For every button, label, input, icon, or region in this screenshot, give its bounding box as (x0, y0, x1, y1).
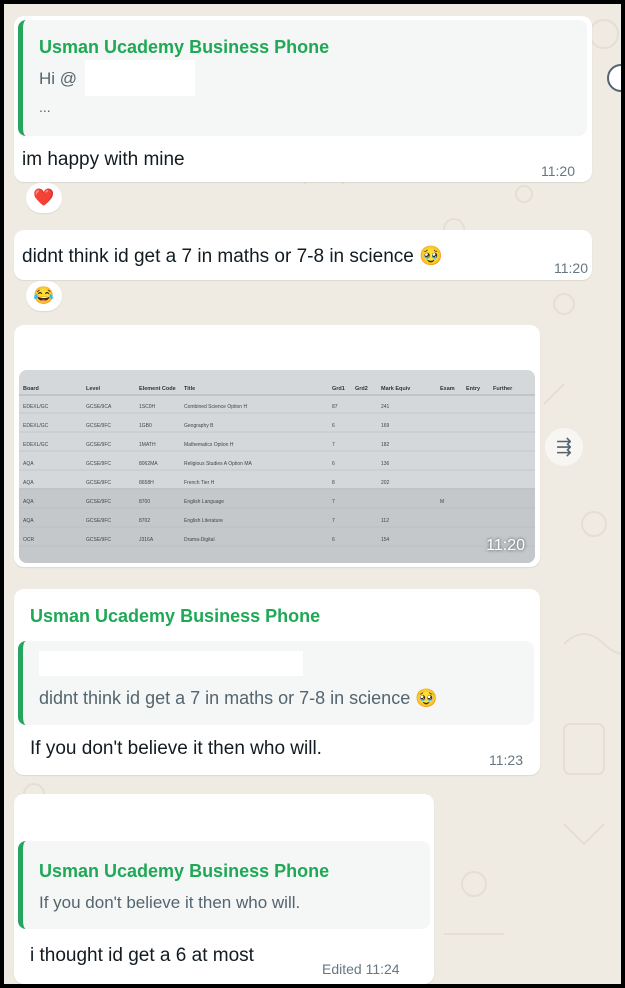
table-header: Mark Equiv (381, 386, 411, 392)
table-cell: EDEXL/GC (23, 442, 49, 448)
message-time: 11:20 (541, 163, 575, 179)
message-text: i thought id get a 6 at most (30, 945, 254, 966)
quote-text: didnt think id get a 7 in maths or 7-8 i… (39, 688, 438, 708)
message-bubble[interactable]: Usman Ucademy Business Phone Hi @ ... im… (14, 16, 592, 182)
table-cell: EDEXL/GC (23, 404, 49, 410)
image-message-bubble[interactable]: Board Level Element Code Title Grd1 Grd2 Mark … (14, 325, 540, 567)
table-cell: 112 (381, 518, 389, 524)
table-cell: 7 (332, 499, 335, 505)
quote-text: Hi @ (39, 69, 78, 88)
table-cell: English Literature (184, 518, 223, 524)
quoted-message[interactable]: didnt think id get a 7 in maths or 7-8 i… (18, 641, 534, 725)
table-cell: 169 (381, 423, 390, 429)
table-cell: 182 (381, 442, 390, 448)
table-cell: Geography B (184, 423, 214, 429)
forward-icon[interactable]: ⇶ (545, 428, 583, 466)
table-cell: 6 (332, 537, 335, 543)
table-cell: EDEXL/GC (23, 423, 49, 429)
laugh-reaction-icon[interactable]: 😂 (26, 281, 62, 311)
table-cell: 1SC0H (139, 404, 156, 410)
image-time: 11:20 (486, 537, 525, 554)
table-header: Grd1 (332, 386, 345, 392)
table-cell: 87 (332, 404, 338, 410)
table-cell: 8 (332, 480, 335, 486)
results-table-image: Board Level Element Code Title Grd1 Grd2 Mark … (19, 370, 535, 563)
message-text: im happy with mine (22, 149, 185, 170)
message-bubble[interactable]: didnt think id get a 7 in maths or 7-8 i… (14, 230, 592, 280)
quoted-message[interactable]: Usman Ucademy Business Phone Hi @ ... (18, 20, 587, 136)
message-time: Edited 11:24 (322, 961, 400, 977)
table-cell: French Tier H (184, 480, 215, 486)
table-cell: 154 (381, 537, 390, 543)
table-cell: AQA (23, 480, 34, 486)
table-cell: 1GB0 (139, 423, 152, 429)
redacted-name (85, 60, 195, 96)
table-cell: GCSE/9FC (86, 518, 111, 524)
table-cell: 8700 (139, 499, 150, 505)
results-photo[interactable]: Board Level Element Code Title Grd1 Grd2 Mark … (19, 370, 535, 563)
table-cell: AQA (23, 499, 34, 505)
message-text: didnt think id get a 7 in maths or 7-8 i… (22, 246, 443, 267)
table-cell: 6 (332, 461, 335, 467)
table-cell: Combined Science Option H (184, 404, 247, 410)
table-cell: Drama-Digital (184, 537, 215, 543)
table-cell: 8702 (139, 518, 150, 524)
message-text: If you don't believe it then who will. (30, 738, 322, 759)
quote-sender: Usman Ucademy Business Phone (39, 37, 330, 57)
table-cell: OCR (23, 537, 35, 543)
table-header: Exam (440, 386, 455, 392)
quoted-message[interactable]: Usman Ucademy Business Phone If you don'… (18, 841, 430, 929)
table-cell: 136 (381, 461, 390, 467)
table-cell: J316A (139, 537, 154, 543)
table-cell: 7 (332, 442, 335, 448)
quote-text: If you don't believe it then who will. (39, 893, 301, 912)
table-header: Level (86, 386, 101, 392)
message-time: 11:20 (554, 260, 588, 276)
table-cell: AQA (23, 461, 34, 467)
table-header: Entry (466, 386, 481, 392)
table-cell: GCSE/9FC (86, 423, 111, 429)
table-cell: M (440, 499, 444, 505)
table-header: Board (23, 386, 39, 392)
table-cell: 6 (332, 423, 335, 429)
message-bubble[interactable]: Usman Ucademy Business Phone didnt think… (14, 589, 540, 775)
table-cell: GCSE/9FC (86, 499, 111, 505)
table-header: Grd2 (355, 386, 368, 392)
table-cell: Religious Studies A Option MA (184, 461, 252, 467)
table-cell: 8062MA (139, 461, 158, 467)
table-cell: GCSE/9FC (86, 442, 111, 448)
table-cell: 8658H (139, 480, 154, 486)
table-header: Element Code (139, 386, 176, 392)
table-cell: Mathematics Option H (184, 442, 234, 448)
table-cell: 7 (332, 518, 335, 524)
table-cell: 241 (381, 404, 390, 410)
table-header: Further (493, 386, 513, 392)
table-cell: 1MATH (139, 442, 156, 448)
message-time: 11:23 (489, 752, 523, 768)
table-cell: AQA (23, 518, 34, 524)
table-cell: 202 (381, 480, 390, 486)
quote-sender: Usman Ucademy Business Phone (39, 861, 330, 881)
table-cell: GCSE/9FC (86, 480, 111, 486)
quote-ellipsis: ... (39, 99, 51, 115)
table-cell: English Language (184, 499, 224, 505)
message-bubble[interactable]: Usman Ucademy Business Phone If you don'… (14, 794, 434, 984)
chat-panel: Usman Ucademy Business Phone Hi @ ... im… (0, 0, 625, 988)
redacted-name (39, 651, 303, 676)
table-header: Title (184, 386, 195, 392)
table-cell: GCSE/9FC (86, 537, 111, 543)
table-cell: GCSE/9FC (86, 461, 111, 467)
table-cell: GCSE/9CA (86, 404, 112, 410)
sender-name: Usman Ucademy Business Phone (30, 606, 321, 626)
heart-reaction-icon[interactable]: ❤️ (26, 183, 62, 213)
